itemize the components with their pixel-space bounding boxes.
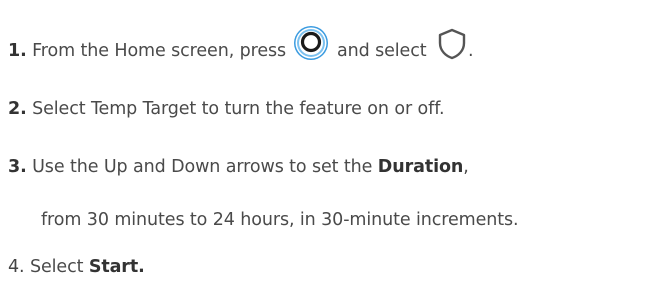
step-number: 2.	[8, 99, 27, 119]
step-text: Select Temp Target to turn the feature o…	[32, 99, 445, 119]
step-2: 2. Select Temp Target to turn the featur…	[8, 97, 445, 121]
step-3: 3. Use the Up and Down arrows to set the…	[8, 155, 469, 179]
step-number: 3.	[8, 157, 27, 177]
step-text-middle: and select	[331, 41, 427, 61]
shield-icon	[436, 28, 468, 60]
duration-keyword: Duration	[377, 157, 464, 177]
step-number: 1.	[8, 41, 27, 61]
step-text-after: ,	[463, 157, 469, 177]
step-number: 4.	[8, 257, 25, 277]
step-text: Select	[29, 257, 89, 277]
start-keyword: Start.	[88, 257, 145, 277]
step-text: From the Home screen, press	[32, 41, 287, 61]
step-text-after: .	[467, 41, 474, 61]
step-4: 4. Select Start.	[8, 255, 145, 279]
step-text: Use the Up and Down arrows to set the	[32, 157, 378, 177]
menu-button-icon	[292, 24, 330, 62]
step-3-continuation: from 30 minutes to 24 hours, in 30-minut…	[41, 208, 519, 232]
step-text-continuation: from 30 minutes to 24 hours, in 30-minut…	[41, 210, 519, 230]
step-1: 1. From the Home screen, press and selec…	[8, 26, 474, 70]
